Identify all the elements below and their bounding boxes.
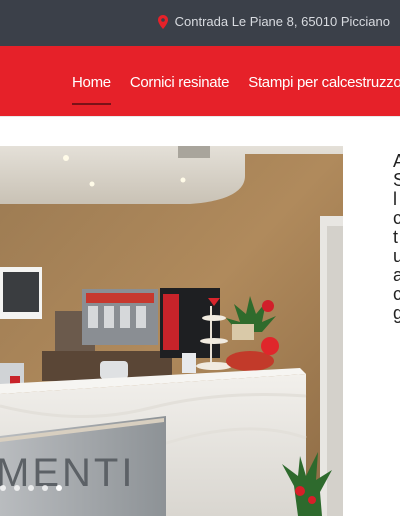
- address-block: Contrada Le Piane 8, 65010 Picciano: [157, 14, 390, 29]
- main-navigation: Home Cornici resinate Stampi per calcest…: [0, 46, 400, 116]
- slider-dot-4[interactable]: [42, 485, 48, 491]
- slider-dot-3[interactable]: [28, 485, 34, 491]
- bar-interior-photo: MENTI: [0, 146, 343, 516]
- intro-letter: a: [393, 265, 400, 285]
- intro-letter: l: [393, 189, 397, 209]
- intro-letter: c: [393, 284, 400, 304]
- header-divider: [0, 116, 400, 117]
- intro-letter: u: [393, 246, 400, 266]
- intro-letter: c: [393, 208, 400, 228]
- slider-dot-5[interactable]: [56, 485, 62, 491]
- slider-dot-2[interactable]: [14, 485, 20, 491]
- truncated-intro-text: A S l c t u a c g: [393, 152, 400, 323]
- address-text: Contrada Le Piane 8, 65010 Picciano: [174, 14, 390, 29]
- slider-pagination: [0, 485, 62, 491]
- intro-letter: S: [393, 170, 400, 190]
- top-info-bar: Contrada Le Piane 8, 65010 Picciano: [0, 0, 400, 46]
- nav-item-cornici-resinate[interactable]: Cornici resinate: [130, 74, 230, 91]
- nav-item-home[interactable]: Home: [72, 74, 111, 105]
- map-marker-icon: [157, 14, 168, 29]
- intro-letter: A: [393, 152, 400, 171]
- nav-item-stampi-calcestruzzo[interactable]: Stampi per calcestruzzo: [248, 74, 400, 91]
- intro-letter: t: [393, 227, 399, 247]
- slider-dot-1[interactable]: [0, 485, 6, 491]
- slider-image[interactable]: MENTI: [0, 146, 343, 516]
- intro-letter: g: [393, 303, 400, 323]
